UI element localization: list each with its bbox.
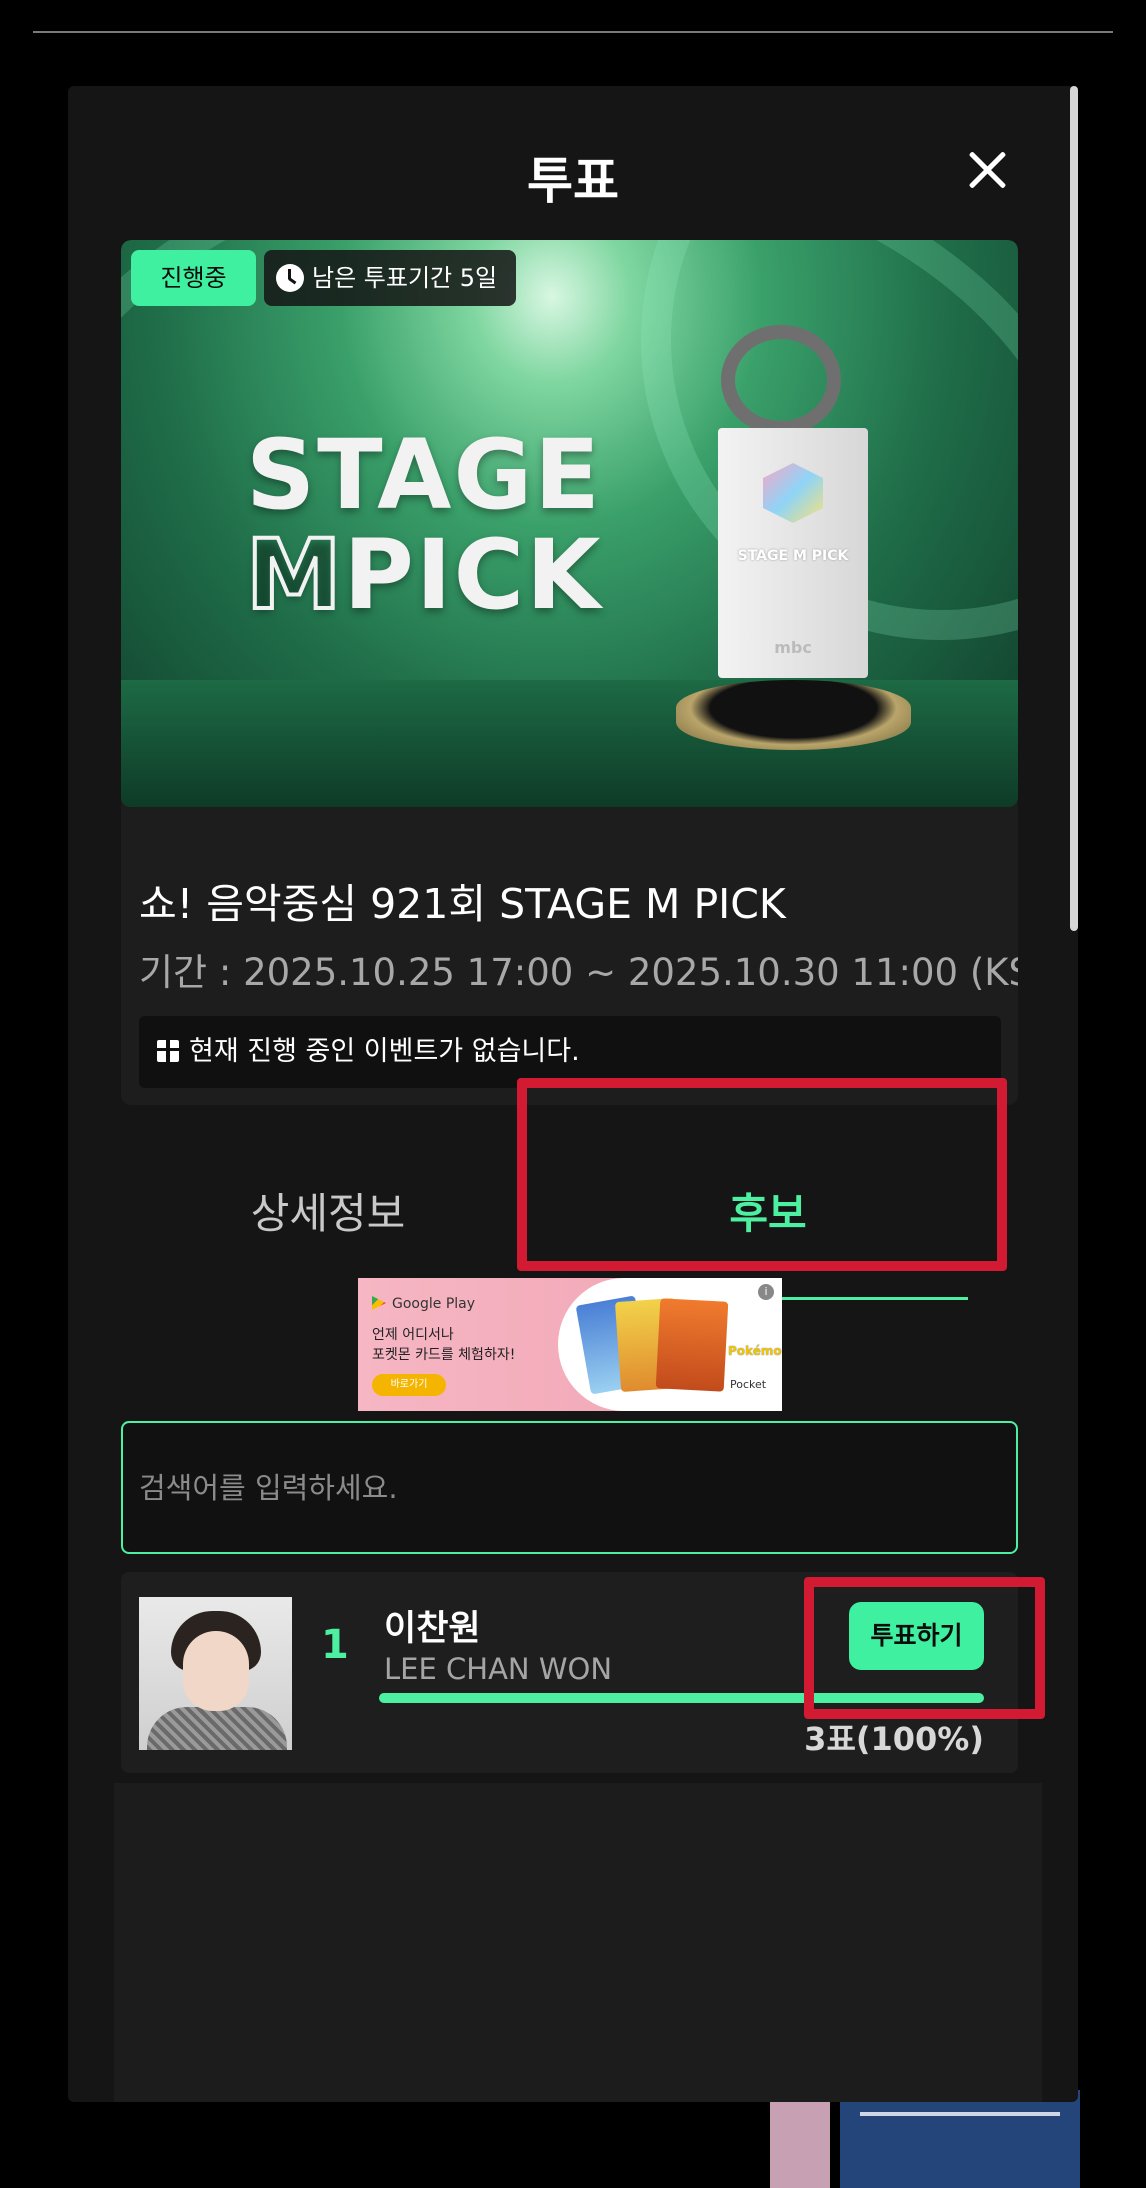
- ad-headline-2: 포켓몬 카드를 체험하자!: [372, 1347, 516, 1363]
- candidate-photo: [139, 1597, 292, 1750]
- trophy-base: [676, 680, 911, 750]
- candidate-name-en: LEE CHAN WON: [384, 1652, 613, 1686]
- trophy-hex-icon: [763, 463, 823, 523]
- clock-icon: [276, 264, 304, 292]
- top-divider: [33, 31, 1113, 33]
- search-field[interactable]: [121, 1421, 1018, 1554]
- trophy: STAGE M PICK mbc: [718, 428, 868, 678]
- trophy-brand: mbc: [774, 638, 812, 657]
- trophy-label: STAGE M PICK: [737, 548, 849, 564]
- ad-info-icon[interactable]: i: [758, 1284, 774, 1300]
- gift-icon: [157, 1040, 179, 1062]
- ad-headline-1: 언제 어디서나: [372, 1327, 454, 1343]
- logo-line-mpick: MPICK: [244, 523, 602, 627]
- ad-store-label: Google Play: [372, 1296, 475, 1312]
- event-period: 기간 : 2025.10.25 17:00 ~ 2025.10.30 11:00…: [139, 951, 1018, 994]
- ad-card-image: [655, 1298, 729, 1392]
- empty-panel: [114, 1783, 1042, 2102]
- event-notice-content: 현재 진행 중인 이벤트가 없습니다.: [157, 1016, 580, 1088]
- remaining-time-badge: 남은 투표기간 5일: [264, 250, 516, 306]
- logo-letter-m: M: [244, 519, 344, 631]
- event-info-card: STAGE MPICK STAGE M PICK mbc 진행중 남은 투표기간…: [121, 240, 1018, 1105]
- candidate-name: 이찬원: [384, 1609, 481, 1649]
- scrollbar[interactable]: [1070, 86, 1078, 931]
- candidate-rank: 1: [321, 1622, 349, 1668]
- ad-store-text: Google Play: [392, 1296, 476, 1312]
- event-banner: STAGE MPICK STAGE M PICK mbc 진행중 남은 투표기간…: [121, 240, 1018, 807]
- photo-face: [183, 1631, 249, 1711]
- highlight-box-tab: [517, 1078, 1007, 1271]
- event-notice-text: 현재 진행 중인 이벤트가 없습니다.: [189, 1036, 580, 1067]
- modal-title: 투표: [527, 152, 619, 210]
- event-title: 쇼! 음악중심 921회 STAGE M PICK: [139, 880, 786, 928]
- logo-line-stage: STAGE: [246, 419, 602, 531]
- close-icon[interactable]: [963, 146, 1013, 196]
- background-building: [840, 2090, 1080, 2188]
- background-content: [140, 2090, 1080, 2188]
- ad-banner[interactable]: Google Play 언제 어디서나 포켓몬 카드를 체험하자! 바로가기 P…: [358, 1278, 782, 1411]
- ad-cta-button[interactable]: 바로가기: [372, 1374, 446, 1396]
- highlight-box-vote: [804, 1577, 1045, 1719]
- vote-modal: 투표 STAGE MPICK STAGE M PICK mbc 진행중 남은 투…: [68, 86, 1078, 2102]
- remaining-time-text: 남은 투표기간 5일: [312, 264, 498, 292]
- stage-m-pick-logo: STAGE MPICK: [244, 419, 602, 627]
- google-play-icon: [372, 1296, 386, 1310]
- ad-brand-sub: Pocket: [730, 1378, 767, 1391]
- ad-brand: Pokémon: [728, 1344, 782, 1358]
- background-figure: [770, 2098, 830, 2188]
- trophy-emblem: [721, 325, 841, 435]
- photo-coat: [147, 1707, 287, 1750]
- logo-word-pick: PICK: [343, 519, 603, 631]
- status-badge: 진행중: [131, 250, 256, 306]
- vote-count: 3표(100%): [804, 1720, 984, 1758]
- search-input[interactable]: [139, 1423, 999, 1552]
